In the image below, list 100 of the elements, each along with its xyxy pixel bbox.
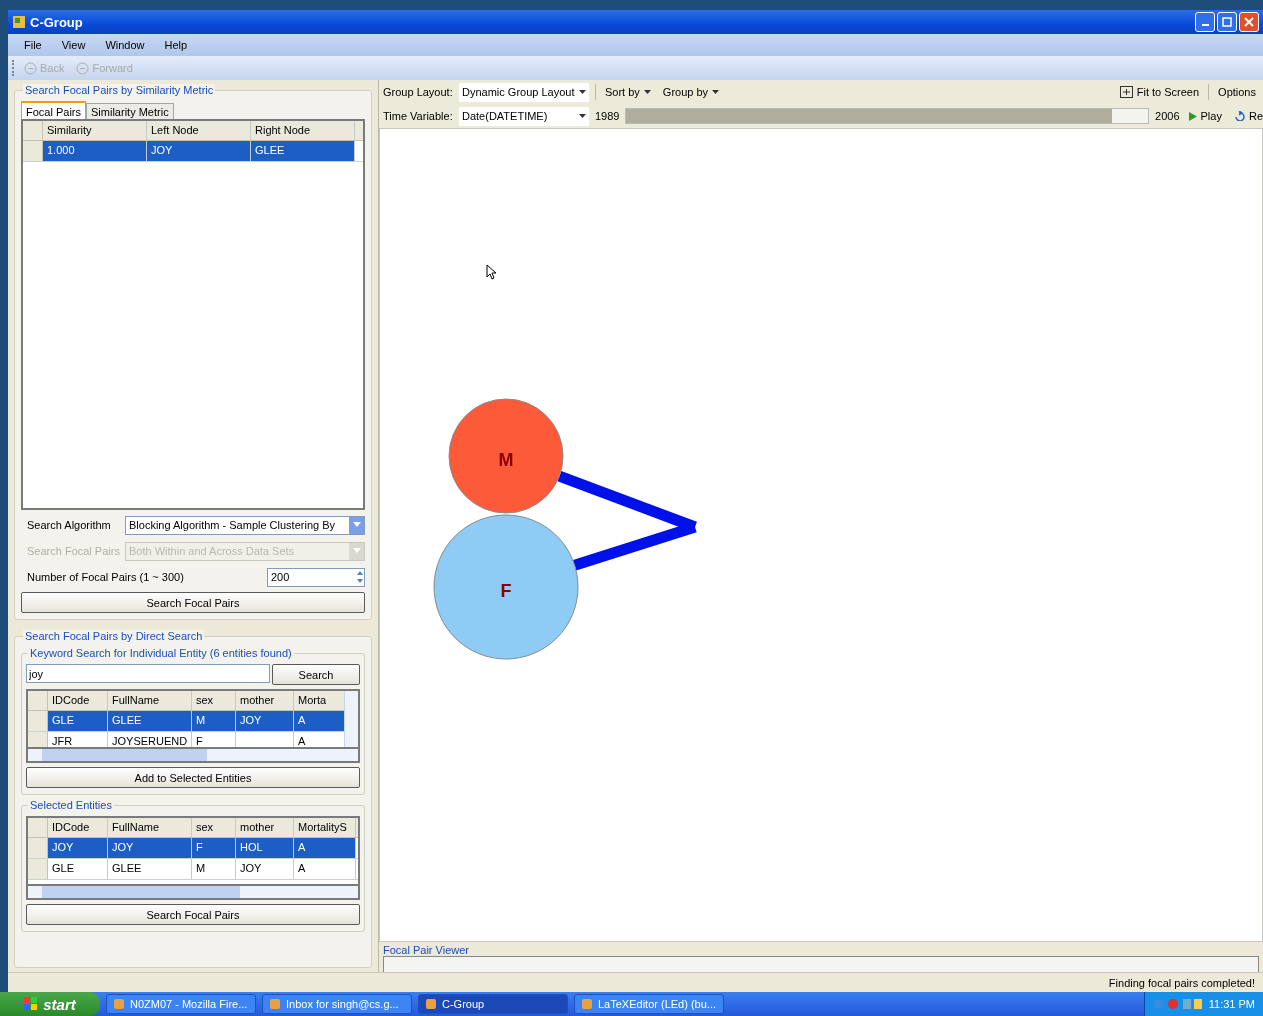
search-focal-pairs-button[interactable]: Search Focal Pairs xyxy=(21,592,365,613)
node-label: F xyxy=(500,581,512,601)
undo-arrow-icon xyxy=(1233,111,1245,121)
field-label: Search Algorithm xyxy=(26,519,112,531)
scrollbar[interactable] xyxy=(26,749,360,763)
reset-button[interactable]: Re xyxy=(1230,109,1263,123)
clock: 11:31 PM xyxy=(1208,998,1255,1010)
keyword-field[interactable]: joy xyxy=(26,664,270,683)
table-cell: HOL xyxy=(236,838,294,858)
close-button[interactable] xyxy=(1239,12,1259,32)
table-cell: JOY xyxy=(236,859,294,879)
table-cell: JOY xyxy=(108,838,192,858)
table-cell: A xyxy=(294,711,344,731)
table-cell: JOY xyxy=(48,838,108,858)
scrollbar[interactable] xyxy=(26,886,360,900)
table-row[interactable]: GLE GLEE M JOY A xyxy=(28,711,344,732)
fit-to-screen-button[interactable]: Fit to Screen xyxy=(1116,85,1203,99)
app-icon xyxy=(12,15,26,29)
app-icon xyxy=(581,998,593,1010)
caret-icon xyxy=(643,90,651,94)
field-label: Search Focal Pairs xyxy=(26,545,119,557)
minimize-button[interactable] xyxy=(1195,12,1215,32)
number-spinner[interactable]: 200 xyxy=(267,567,365,587)
column-header[interactable]: mother xyxy=(236,818,294,837)
status-text: Finding focal pairs completed! xyxy=(1108,976,1255,989)
column-header[interactable]: FullName xyxy=(108,691,192,710)
play-button[interactable]: Play xyxy=(1185,109,1225,123)
table-cell: GLEE xyxy=(108,859,192,879)
windows-logo-icon xyxy=(24,997,39,1011)
table-row[interactable]: GLE GLEE M JOY A xyxy=(28,859,358,880)
layout-dropdown[interactable]: Dynamic Group Layout xyxy=(459,82,589,102)
start-button[interactable]: start xyxy=(0,992,100,1016)
table-cell: JOY xyxy=(147,141,251,161)
field-label: Number of Focal Pairs (1 ~ 300) xyxy=(26,571,185,583)
menu-item[interactable]: Help xyxy=(156,39,196,51)
column-header[interactable]: Left Node xyxy=(147,121,251,140)
table-cell: GLEE xyxy=(251,141,355,161)
column-header[interactable]: FullName xyxy=(108,818,192,837)
caret-icon xyxy=(352,522,361,528)
spin-arrows-icon xyxy=(356,569,364,585)
field-label: Group Layout: xyxy=(383,86,453,98)
column-header[interactable]: sex xyxy=(192,691,236,710)
algorithm-dropdown[interactable]: Blocking Algorithm - Sample Clustering By xyxy=(125,515,365,535)
caret-icon xyxy=(579,114,586,118)
app-icon xyxy=(113,998,125,1010)
menu-item[interactable]: Window xyxy=(97,39,153,51)
table-cell: JOY xyxy=(236,711,294,731)
column-header[interactable]: sex xyxy=(192,818,236,837)
time-variable-dropdown[interactable]: Date(DATETIME) xyxy=(459,106,589,126)
node-circle[interactable] xyxy=(433,514,579,660)
add-to-selected-button[interactable]: Add to Selected Entities xyxy=(26,767,360,788)
table-cell: M xyxy=(192,859,236,879)
caret-icon xyxy=(352,548,361,554)
menu-item[interactable]: View xyxy=(53,39,94,51)
group-title: Selected Entities xyxy=(28,799,114,812)
column-header[interactable]: MortalityS xyxy=(294,818,356,837)
table-row[interactable]: 1.000 JOY GLEE xyxy=(23,141,363,162)
table-row[interactable]: JOY JOY F HOL A xyxy=(28,838,358,859)
sort-by-button[interactable]: Sort by xyxy=(602,85,654,99)
taskbar-button[interactable]: N0ZM07 - Mozilla Fire... xyxy=(106,994,256,1014)
close-icon xyxy=(1244,17,1254,27)
time-slider[interactable] xyxy=(625,108,1150,124)
column-header[interactable]: IDCode xyxy=(48,818,108,837)
tray-icons xyxy=(1152,997,1203,1011)
group-by-button[interactable]: Group by xyxy=(659,85,723,99)
taskbar-button[interactable]: C-Group xyxy=(418,994,568,1014)
field-label: Time Variable: xyxy=(383,110,453,122)
column-header[interactable]: Right Node xyxy=(251,121,355,140)
table-cell: 1.000 xyxy=(43,141,147,161)
group-title: Search Focal Pairs by Direct Search xyxy=(23,630,205,643)
taskbar-button[interactable]: LaTeXEditor (LEd) (bu... xyxy=(574,994,724,1014)
table-cell: A xyxy=(294,859,356,879)
menu-item[interactable]: File xyxy=(16,39,50,51)
cursor-icon xyxy=(487,265,496,279)
column-header[interactable]: Similarity xyxy=(43,121,147,140)
options-button[interactable]: Options xyxy=(1215,85,1259,99)
table-cell: GLE xyxy=(48,859,108,879)
fit-icon xyxy=(1119,86,1133,98)
app-icon xyxy=(425,998,437,1010)
search-button[interactable]: Search xyxy=(272,664,360,685)
maximize-button[interactable] xyxy=(1217,12,1237,32)
end-year: 2006 xyxy=(1155,110,1180,122)
panel-title: Focal Pair Viewer xyxy=(383,944,470,956)
app-icon xyxy=(269,998,281,1010)
table-cell: A xyxy=(294,838,356,858)
node-circle[interactable] xyxy=(448,398,564,514)
column-header[interactable]: mother xyxy=(236,691,294,710)
start-year: 1989 xyxy=(595,110,620,122)
circle-icon xyxy=(24,61,37,75)
taskbar-button[interactable]: Inbox for singh@cs.g... xyxy=(262,994,412,1014)
group-title: Search Focal Pairs by Similarity Metric xyxy=(23,84,216,97)
caret-icon xyxy=(712,90,720,94)
play-icon xyxy=(1188,111,1197,121)
search-focal-pairs-button[interactable]: Search Focal Pairs xyxy=(26,904,360,925)
table-cell: M xyxy=(192,711,236,731)
node-label: M xyxy=(498,450,514,470)
group-title: Keyword Search for Individual Entity (6 entities found) xyxy=(28,647,294,660)
table-cell: GLEE xyxy=(108,711,192,731)
table-cell: F xyxy=(192,838,236,858)
column-header[interactable]: IDCode xyxy=(48,691,108,710)
